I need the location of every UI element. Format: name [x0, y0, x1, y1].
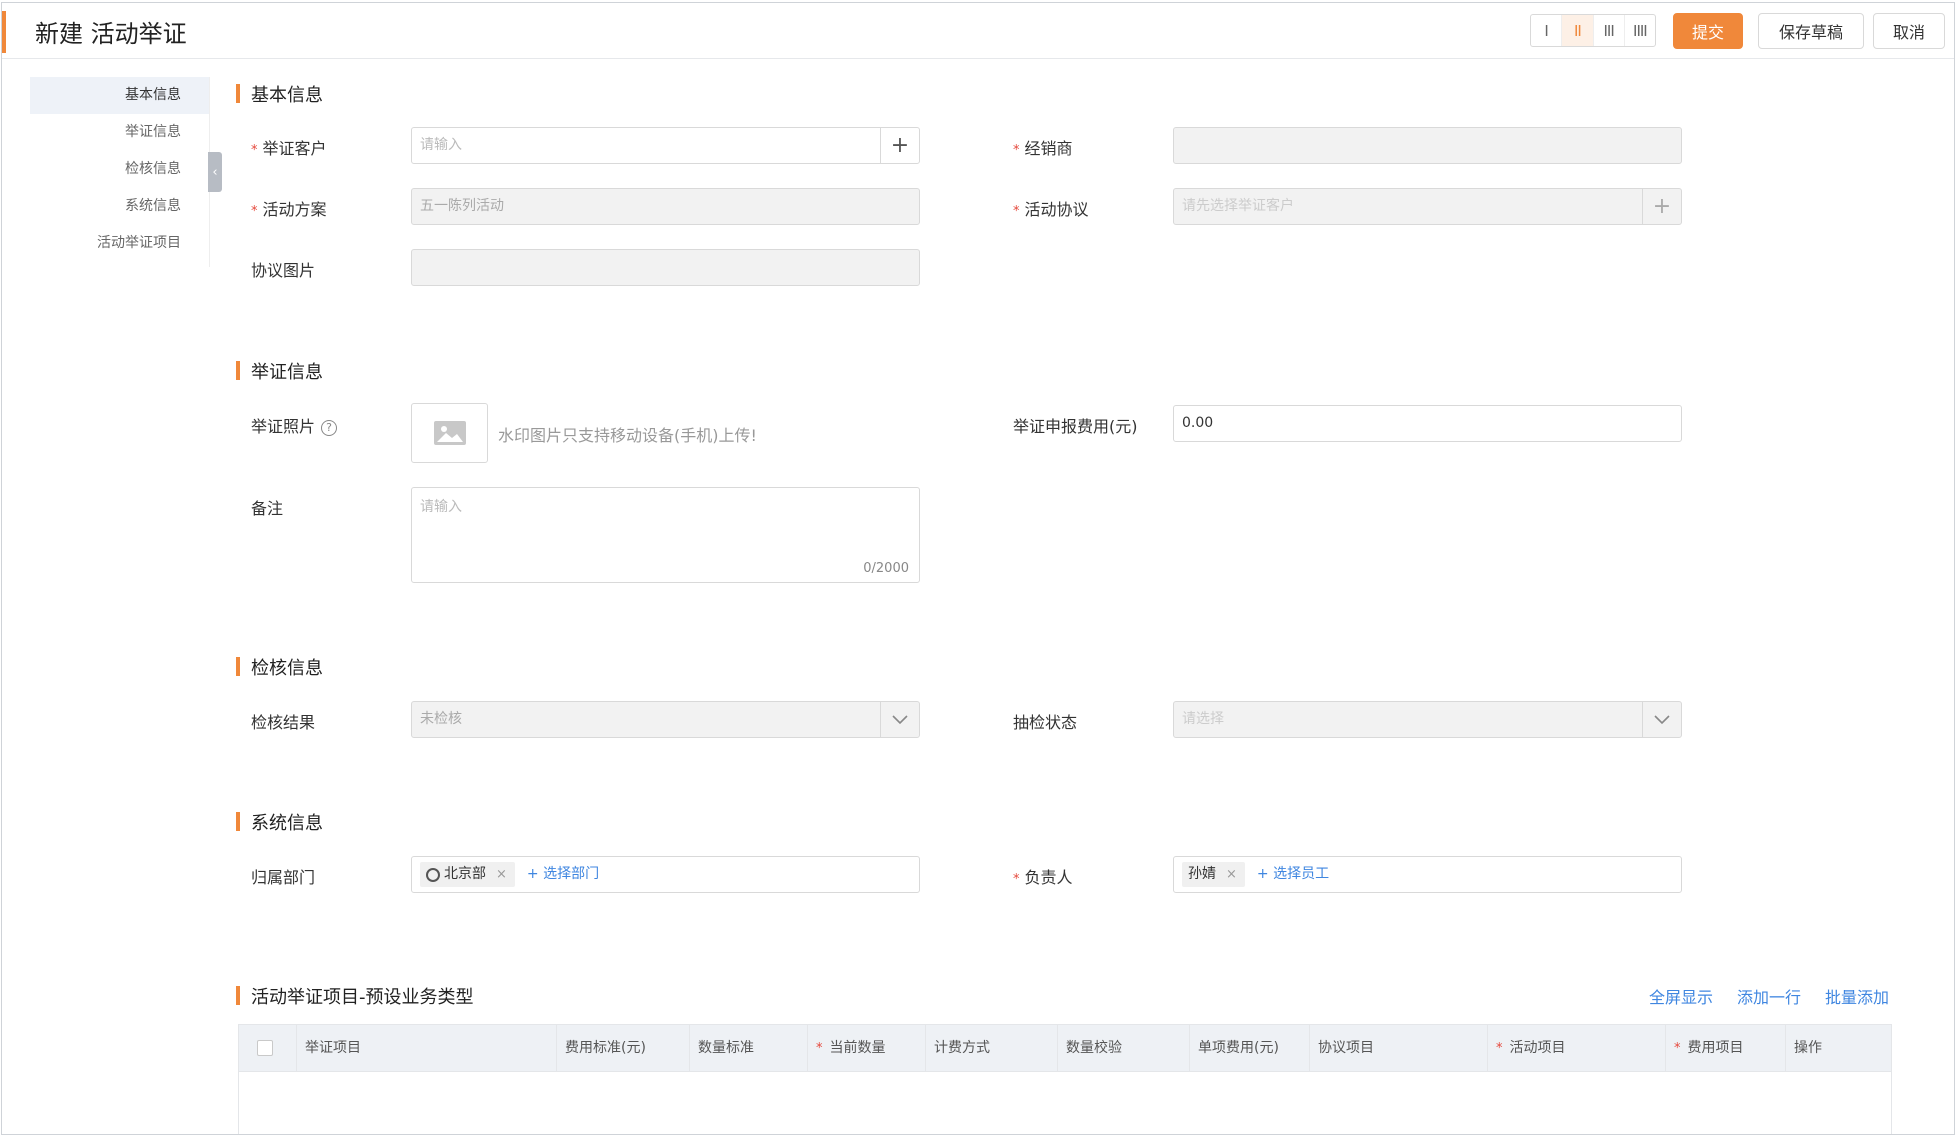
layout-three-column-option[interactable]: III [1594, 15, 1625, 46]
circle-icon [426, 867, 440, 882]
spot-check-label: 抽检状态 [1013, 713, 1078, 732]
column-layout-switcher: I II III IIII [1530, 14, 1656, 47]
plan-label: * 活动方案 [251, 200, 327, 219]
remark-char-counter: 0/2000 [863, 561, 909, 576]
column-header: 数量校验 [1058, 1025, 1190, 1071]
inspection-result-select: 未检核 [411, 701, 920, 738]
section-title-inspection: 检核信息 [236, 654, 323, 680]
agreement-image-label: 协议图片 [251, 261, 316, 280]
column-header: * 活动项目 [1488, 1025, 1666, 1071]
chevron-down-icon [1642, 702, 1681, 737]
column-header: 单项费用(元) [1190, 1025, 1310, 1071]
chevron-down-icon [880, 702, 919, 737]
nav-collapse-icon[interactable]: ‹ [208, 152, 222, 192]
customer-input[interactable]: 请输入 + [411, 127, 920, 164]
dealer-label: * 经销商 [1013, 139, 1073, 158]
layout-two-column-option[interactable]: II [1562, 15, 1594, 46]
help-icon[interactable]: ? [321, 420, 338, 436]
photo-upload-button[interactable] [411, 403, 488, 463]
nav-item-activity-items[interactable]: 活动举证项目 [30, 225, 210, 262]
title-accent-bar [2, 11, 6, 53]
column-header: * 当前数量 [808, 1025, 926, 1071]
required-mark: * [251, 143, 258, 158]
section-title-items: 活动举证项目-预设业务类型 [236, 983, 474, 1009]
section-nav: 基本信息 举证信息 检核信息 系统信息 活动举证项目 [30, 77, 210, 262]
column-header: 计费方式 [926, 1025, 1058, 1071]
add-row-link[interactable]: 添加一行 [1737, 984, 1801, 1008]
owner-picker[interactable]: 孙婧 × + 选择员工 [1173, 856, 1682, 893]
column-header: * 费用项目 [1666, 1025, 1786, 1071]
section-title-system: 系统信息 [236, 809, 323, 835]
remove-tag-icon[interactable]: × [1226, 857, 1237, 892]
column-header: 协议项目 [1310, 1025, 1488, 1071]
column-header: 操作 [1794, 1040, 1822, 1056]
nav-item-system-info[interactable]: 系统信息 [30, 188, 210, 225]
fee-input[interactable]: 0.00 [1173, 405, 1682, 442]
column-header: 举证项目 [297, 1025, 557, 1071]
required-mark: * [816, 1041, 823, 1056]
page-frame: 新建 活动举证 I II III IIII 提交 保存草稿 取消 基本信息 举证… [1, 2, 1955, 1135]
add-customer-icon[interactable]: + [880, 128, 919, 163]
dealer-input [1173, 127, 1682, 164]
spot-check-select: 请选择 [1173, 701, 1682, 738]
plan-input: 五一陈列活动 [411, 188, 920, 225]
page-title: 新建 活动举证 [35, 20, 187, 48]
select-employee-link[interactable]: + 选择员工 [1257, 857, 1329, 892]
submit-button[interactable]: 提交 [1673, 13, 1743, 49]
image-placeholder-icon [433, 421, 466, 445]
required-mark: * [1013, 204, 1020, 219]
column-header: 费用标准(元) [557, 1025, 690, 1071]
owner-tag: 孙婧 × [1182, 862, 1245, 887]
section-title-evidence: 举证信息 [236, 358, 323, 384]
agreement-input: 请先选择举证客户 + [1173, 188, 1682, 225]
items-table: 举证项目 费用标准(元) 数量标准 * 当前数量 计费方式 数量校验 单项费用(元… [238, 1024, 1892, 1134]
department-tag: 北京部 × [420, 862, 515, 887]
layout-one-column-option[interactable]: I [1531, 15, 1563, 46]
required-mark: * [251, 204, 258, 219]
fee-label: 举证申报费用(元) [1013, 417, 1138, 436]
remove-tag-icon[interactable]: × [496, 857, 507, 892]
header-bar: 新建 活动举证 I II III IIII 提交 保存草稿 取消 [2, 3, 1954, 59]
agreement-label: * 活动协议 [1013, 200, 1089, 219]
upload-tip-text: 水印图片只支持移动设备(手机)上传! [498, 426, 757, 445]
batch-add-link[interactable]: 批量添加 [1825, 984, 1889, 1008]
section-title-basic: 基本信息 [236, 81, 323, 107]
customer-label: * 举证客户 [251, 139, 327, 158]
layout-four-column-option[interactable]: IIII [1625, 15, 1655, 46]
remark-textarea[interactable]: 请输入 0/2000 [411, 487, 920, 583]
owner-label: * 负责人 [1013, 868, 1073, 887]
column-header: 数量标准 [690, 1025, 808, 1071]
required-mark: * [1013, 872, 1020, 887]
nav-item-evidence-info[interactable]: 举证信息 [30, 114, 210, 151]
fullscreen-link[interactable]: 全屏显示 [1649, 984, 1713, 1008]
required-mark: * [1496, 1041, 1503, 1056]
select-department-link[interactable]: + 选择部门 [527, 857, 599, 892]
table-header: 举证项目 费用标准(元) 数量标准 * 当前数量 计费方式 数量校验 单项费用(元… [239, 1025, 1891, 1072]
department-picker[interactable]: 北京部 × + 选择部门 [411, 856, 920, 893]
department-label: 归属部门 [251, 868, 316, 887]
remark-label: 备注 [251, 499, 284, 518]
required-mark: * [1013, 143, 1020, 158]
agreement-image-field [411, 249, 920, 286]
required-mark: * [1674, 1041, 1681, 1056]
photo-label: 举证照片? [251, 413, 338, 437]
table-actions: 全屏显示 添加一行 批量添加 [1649, 984, 1889, 1008]
nav-item-inspection-info[interactable]: 检核信息 [30, 151, 210, 188]
nav-item-basic-info[interactable]: 基本信息 [30, 77, 210, 114]
cancel-button[interactable]: 取消 [1873, 13, 1945, 49]
select-all-checkbox[interactable] [257, 1040, 273, 1056]
add-agreement-icon: + [1642, 189, 1681, 224]
save-draft-button[interactable]: 保存草稿 [1758, 13, 1864, 49]
select-all-cell [239, 1025, 297, 1071]
inspection-result-label: 检核结果 [251, 713, 316, 732]
